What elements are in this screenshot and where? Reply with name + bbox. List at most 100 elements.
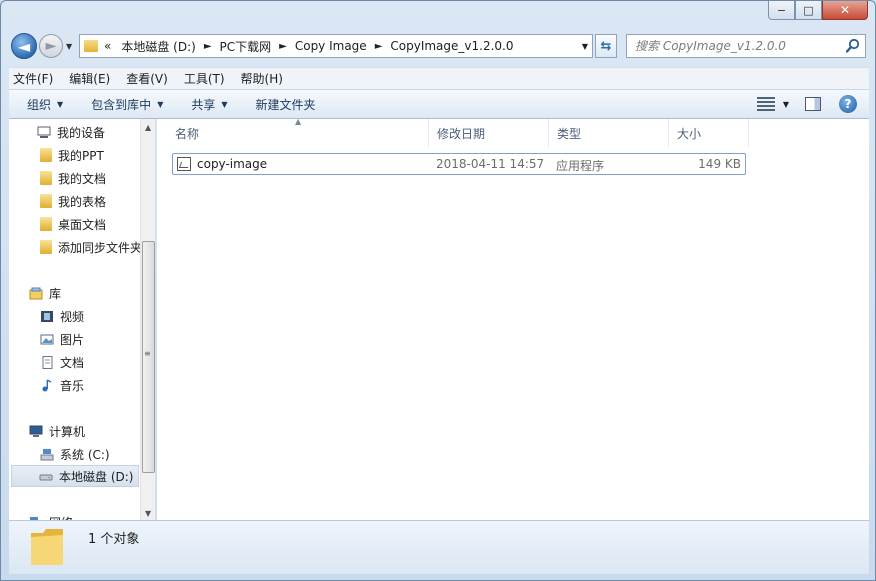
address-overflow[interactable]: « [104, 39, 111, 53]
nav-item-label: 我的设备 [57, 125, 106, 140]
folder-icon [40, 171, 52, 185]
breadcrumb-separator[interactable]: ► [375, 41, 383, 52]
file-row[interactable]: copy-image 2018-04-11 14:57 应用程序 149 KB [172, 153, 746, 175]
pictures-icon [40, 334, 54, 344]
menu-tools[interactable]: 工具(T) [184, 70, 225, 87]
nav-item-label: 图片 [60, 332, 85, 347]
nav-item-label: 桌面文档 [58, 217, 107, 232]
new-folder-button[interactable]: 新建文件夹 [256, 96, 316, 113]
column-header-modified[interactable]: 修改日期 [429, 119, 549, 147]
view-controls: ▼ ? [756, 95, 857, 113]
sort-ascending-icon: ▲ [295, 117, 302, 126]
menu-bar: 文件(F) 编辑(E) 查看(V) 工具(T) 帮助(H) [9, 67, 869, 89]
drive-d-icon [39, 474, 53, 480]
nav-item-label: 我的文档 [58, 171, 107, 186]
folder-icon [31, 529, 63, 565]
search-icon[interactable] [845, 38, 861, 54]
breadcrumb-copyimage-version[interactable]: CopyImage_v1.2.0.0 [390, 39, 513, 53]
back-button[interactable]: ◄ [11, 33, 37, 59]
nav-item-my-spreadsheets[interactable]: 我的表格 [9, 190, 141, 212]
image-file-icon [177, 157, 191, 171]
library-icon [29, 287, 43, 299]
share-button[interactable]: 共享 ▼ [191, 96, 227, 113]
menu-file[interactable]: 文件(F) [13, 70, 53, 87]
status-bar: 1 个对象 [9, 520, 869, 574]
file-modified: 2018-04-11 14:57 [436, 157, 545, 171]
column-header-size[interactable]: 大小 [669, 119, 749, 147]
nav-item-computer[interactable]: 计算机 [9, 420, 141, 442]
breadcrumb-copy-image[interactable]: Copy Image [295, 39, 367, 53]
nav-item-drive-c[interactable]: 系统 (C:) [9, 443, 141, 465]
recent-pages-dropdown[interactable]: ▼ [66, 42, 72, 51]
scroll-down-arrow[interactable]: ▼ [145, 509, 151, 518]
nav-item-label: 计算机 [49, 424, 86, 439]
breadcrumb-pcdownload[interactable]: PC下载网 [220, 38, 272, 55]
organize-label: 组织 [27, 97, 52, 112]
file-name: copy-image [197, 157, 268, 171]
file-size: 149 KB [698, 157, 741, 171]
organize-button[interactable]: 组织 ▼ [27, 96, 63, 113]
folder-icon [84, 40, 98, 52]
search-input[interactable] [635, 39, 840, 53]
view-details-icon[interactable] [756, 97, 775, 111]
menu-help[interactable]: 帮助(H) [241, 70, 283, 87]
drive-c-icon [40, 448, 54, 460]
nav-item-music[interactable]: 音乐 [9, 374, 141, 396]
documents-icon [42, 355, 53, 369]
refresh-button[interactable]: ⇆ [595, 34, 617, 58]
column-label: 名称 [175, 126, 200, 141]
minimize-button[interactable]: − [768, 1, 795, 20]
nav-item-label: 添加同步文件夹 [58, 240, 141, 255]
nav-item-network[interactable]: 网络 [9, 511, 141, 520]
nav-item-label: 文档 [60, 355, 85, 370]
new-folder-label: 新建文件夹 [255, 97, 316, 112]
address-dropdown[interactable]: ▼ [582, 42, 588, 51]
nav-item-my-ppt[interactable]: 我的PPT [9, 144, 141, 166]
search-box[interactable] [626, 34, 866, 58]
file-type: 应用程序 [556, 159, 605, 173]
folder-icon [40, 194, 52, 208]
folder-icon [40, 148, 52, 162]
include-in-library-button[interactable]: 包含到库中 ▼ [91, 96, 163, 113]
chevron-down-icon: ▼ [221, 99, 228, 109]
column-header-name[interactable]: 名称 ▲ [157, 117, 429, 147]
chevron-down-icon: ▼ [157, 99, 164, 109]
nav-item-label: 系统 (C:) [60, 447, 110, 462]
navigation-pane: 我的设备 我的PPT 我的文档 我的表格 桌面文档 添加同步文件夹 库 视频 图… [9, 119, 156, 520]
nav-item-label: 我的PPT [58, 148, 104, 163]
menu-edit[interactable]: 编辑(E) [69, 70, 110, 87]
nav-item-my-documents[interactable]: 我的文档 [9, 167, 141, 189]
column-header-type[interactable]: 类型 [549, 119, 669, 147]
include-library-label: 包含到库中 [91, 97, 152, 112]
column-label: 大小 [677, 126, 702, 141]
maximize-button[interactable]: □ [795, 1, 822, 20]
breadcrumb-drive-d[interactable]: 本地磁盘 (D:) [121, 38, 195, 55]
nav-item-my-devices[interactable]: 我的设备 [9, 121, 141, 143]
chevron-down-icon: ▼ [57, 99, 64, 109]
command-bar: 组织 ▼ 包含到库中 ▼ 共享 ▼ 新建文件夹 ▼ ? [9, 89, 869, 119]
scroll-up-arrow[interactable]: ▲ [145, 123, 151, 132]
menu-view[interactable]: 查看(V) [126, 70, 168, 87]
column-label: 类型 [557, 126, 582, 141]
nav-item-drive-d[interactable]: 本地磁盘 (D:) [11, 465, 139, 487]
breadcrumb-separator[interactable]: ► [279, 41, 287, 52]
computer-icon [29, 425, 43, 437]
nav-item-label: 本地磁盘 (D:) [59, 469, 134, 484]
nav-item-label: 库 [49, 286, 62, 301]
nav-item-label: 视频 [60, 309, 85, 324]
nav-item-add-sync-folder[interactable]: 添加同步文件夹 [9, 236, 141, 258]
help-icon[interactable]: ? [839, 95, 857, 113]
breadcrumb-separator[interactable]: ► [204, 41, 212, 52]
address-bar[interactable]: « 本地磁盘 (D:) ► PC下载网 ► Copy Image ► CopyI… [79, 34, 593, 58]
navigation-scrollbar[interactable]: ▲ ≡ ▼ [140, 119, 155, 520]
view-options-dropdown[interactable]: ▼ [783, 100, 789, 109]
nav-item-libraries[interactable]: 库 [9, 282, 141, 304]
nav-item-pictures[interactable]: 图片 [9, 328, 141, 350]
preview-pane-icon[interactable] [805, 97, 821, 111]
nav-item-documents[interactable]: 文档 [9, 351, 141, 373]
nav-item-videos[interactable]: 视频 [9, 305, 141, 327]
forward-button[interactable]: ► [39, 34, 63, 58]
nav-item-desktop-docs[interactable]: 桌面文档 [9, 213, 141, 235]
close-button[interactable]: ✕ [822, 1, 868, 20]
explorer-window: − □ ✕ ◄ ► ▼ « 本地磁盘 (D:) ► PC下载网 ► Copy I… [0, 0, 876, 581]
